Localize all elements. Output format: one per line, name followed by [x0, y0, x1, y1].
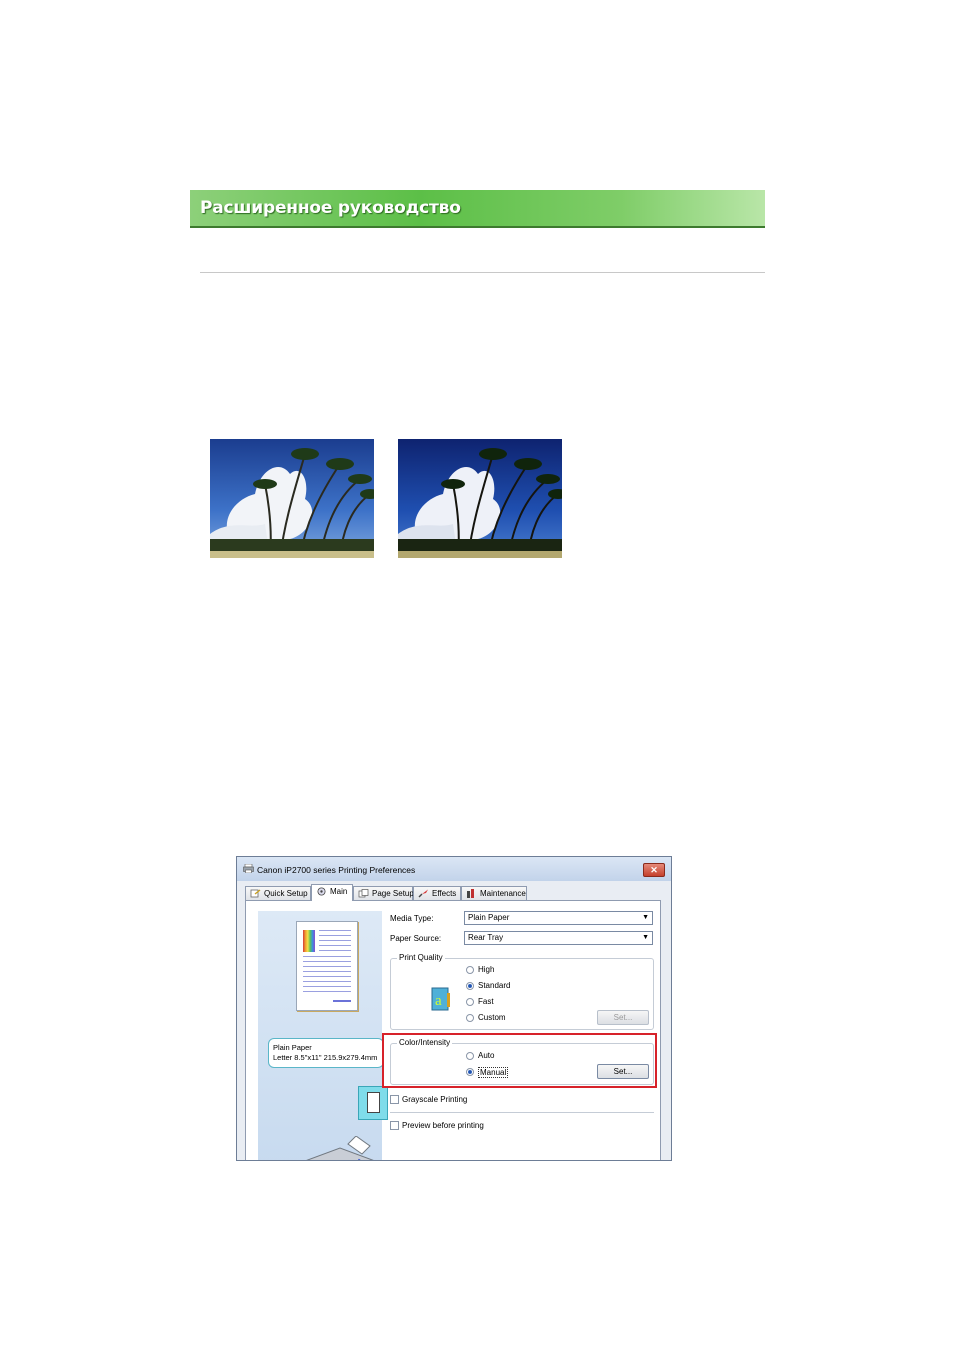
paper-source-select[interactable]: Rear Tray ▼	[464, 931, 653, 945]
quality-set-button[interactable]: Set...	[597, 1010, 649, 1025]
radio-quality-fast[interactable]	[466, 998, 474, 1006]
grayscale-label: Grayscale Printing	[402, 1095, 468, 1104]
divider	[200, 272, 765, 273]
portrait-page-icon	[367, 1092, 380, 1113]
effects-icon	[418, 889, 428, 898]
quality-standard-label: Standard	[478, 981, 511, 990]
preview-pane: Plain Paper Letter 8.5"x11" 215.9x279.4m…	[258, 911, 388, 1160]
header-banner: Расширенное руководство	[190, 190, 765, 228]
print-quality-label: Print Quality	[397, 953, 445, 962]
svg-text:a: a	[435, 993, 442, 1009]
print-quality-group: Print Quality a High Standard Fast Custo…	[390, 953, 654, 1030]
quality-high-label: High	[478, 965, 495, 974]
quality-fast-label: Fast	[478, 997, 494, 1006]
separator	[390, 1112, 654, 1113]
tab-maintenance[interactable]: Maintenance	[461, 886, 527, 900]
radio-quality-high[interactable]	[466, 966, 474, 974]
paper-size-text: Letter 8.5"x11" 215.9x279.4mm	[273, 1053, 378, 1062]
main-icon	[317, 887, 326, 896]
color-sample	[303, 930, 315, 952]
radio-quality-standard[interactable]	[466, 982, 474, 990]
dialog-titlebar: Canon iP2700 series Printing Preferences…	[237, 857, 671, 881]
page-title: Расширенное руководство	[200, 198, 461, 218]
tab-page-setup[interactable]: Page Setup	[353, 886, 414, 900]
page-setup-icon	[358, 889, 369, 898]
dialog-title: Canon iP2700 series Printing Preferences	[257, 865, 416, 875]
main-tab-panel: Plain Paper Letter 8.5"x11" 215.9x279.4m…	[245, 900, 661, 1160]
orientation-indicator[interactable]	[358, 1086, 388, 1120]
grayscale-checkbox[interactable]	[390, 1095, 399, 1104]
tab-effects[interactable]: Effects	[413, 886, 461, 900]
printer-icon	[243, 864, 254, 873]
printing-preferences-dialog: Canon iP2700 series Printing Preferences…	[236, 856, 672, 1161]
media-type-select[interactable]: Plain Paper ▼	[464, 911, 653, 925]
chevron-down-icon: ▼	[642, 914, 649, 921]
media-type-label: Media Type:	[390, 914, 434, 923]
preview-before-printing-label: Preview before printing	[402, 1121, 484, 1130]
page-preview	[296, 921, 358, 1011]
tab-quick-setup[interactable]: Quick Setup	[245, 886, 311, 900]
radio-quality-custom[interactable]	[466, 1014, 474, 1022]
photo-palms-after	[398, 439, 562, 558]
close-button[interactable]: ✕	[643, 863, 665, 877]
quality-icon: a	[431, 987, 450, 1011]
quick-setup-icon	[250, 889, 261, 898]
paper-source-label: Paper Source:	[390, 934, 442, 943]
maintenance-icon	[467, 889, 474, 898]
highlight-frame	[382, 1033, 657, 1088]
printer-illustration-icon	[306, 1136, 374, 1160]
preview-before-printing-checkbox[interactable]	[390, 1121, 399, 1130]
photo-palms-before	[210, 439, 374, 558]
quality-custom-label: Custom	[478, 1013, 506, 1022]
paper-info-box: Plain Paper Letter 8.5"x11" 215.9x279.4m…	[268, 1038, 384, 1068]
chevron-down-icon: ▼	[642, 934, 649, 941]
paper-type-text: Plain Paper	[273, 1043, 312, 1052]
tab-main[interactable]: Main	[311, 884, 353, 901]
